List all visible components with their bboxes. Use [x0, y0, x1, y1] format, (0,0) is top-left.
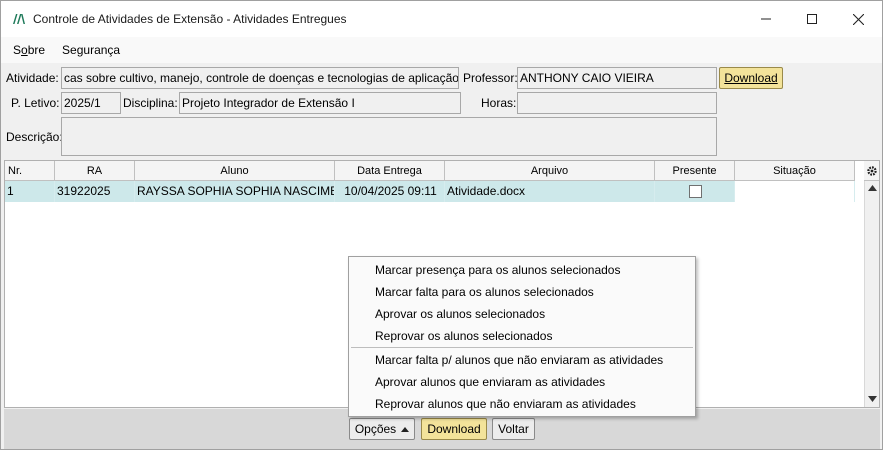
opcoes-label: Opções: [354, 422, 397, 436]
gear-icon: [866, 165, 877, 176]
menu-sobre-mnemonic: o: [21, 43, 28, 57]
chevron-up-icon: [401, 426, 410, 432]
cell-aluno: RAYSSA SOPHIA SOPHIA NASCIME...: [135, 181, 335, 202]
grid-vertical-scrollbar[interactable]: [864, 181, 879, 407]
menu-bar: Sobre Segurança: [1, 37, 882, 63]
cell-ra: 31922025: [55, 181, 135, 202]
voltar-button[interactable]: Voltar: [492, 418, 535, 440]
col-presente[interactable]: Presente: [655, 161, 735, 181]
grid-settings-button[interactable]: [864, 161, 879, 181]
menu-item-falta-nao-enviaram[interactable]: Marcar falta p/ alunos que não enviaram …: [375, 350, 663, 370]
menu-item-reprovar-nao-enviaram[interactable]: Reprovar alunos que não enviaram as ativ…: [375, 394, 636, 414]
menu-item-reprovar[interactable]: Reprovar os alunos selecionados: [375, 326, 552, 346]
descricao-field[interactable]: [61, 117, 717, 156]
scroll-down-icon: [868, 396, 877, 402]
grid-header: Nr. RA Aluno Data Entrega Arquivo Presen…: [5, 161, 855, 181]
table-row[interactable]: 1 31922025 RAYSSA SOPHIA SOPHIA NASCIME.…: [5, 181, 855, 202]
cell-nr: 1: [5, 181, 55, 202]
title-bar: Controle de Atividades de Extensão - Ati…: [1, 1, 882, 37]
horas-label: Horas:: [481, 96, 517, 110]
atividade-field[interactable]: cas sobre cultivo, manejo, controle de d…: [61, 67, 459, 89]
col-ra[interactable]: RA: [55, 161, 135, 181]
descricao-label: Descrição:: [6, 130, 63, 144]
download-top-button[interactable]: Download: [719, 67, 783, 89]
cell-arquivo: Atividade.docx: [445, 181, 655, 202]
download-top-label: Download: [724, 71, 778, 85]
cell-presente: [655, 181, 735, 202]
periodo-field[interactable]: 2025/1: [61, 92, 121, 114]
minimize-icon: [761, 18, 771, 20]
scroll-up-icon: [868, 185, 877, 191]
app-window: Controle de Atividades de Extensão - Ati…: [0, 0, 883, 450]
professor-field[interactable]: ANTHONY CAIO VIEIRA: [517, 67, 717, 89]
opcoes-button[interactable]: Opções: [349, 418, 415, 440]
menu-item-aprovar[interactable]: Aprovar os alunos selecionados: [375, 304, 545, 324]
professor-label: Professor:: [463, 71, 518, 85]
col-data-entrega[interactable]: Data Entrega: [335, 161, 445, 181]
window-title: Controle de Atividades de Extensão - Ati…: [33, 12, 347, 26]
col-aluno[interactable]: Aluno: [135, 161, 335, 181]
opcoes-context-menu: Marcar presença para os alunos seleciona…: [348, 256, 696, 417]
menu-item-marcar-falta[interactable]: Marcar falta para os alunos selecionados: [375, 282, 594, 302]
disciplina-field[interactable]: Projeto Integrador de Extensão I: [179, 92, 461, 114]
cell-situacao[interactable]: [735, 181, 855, 202]
close-button[interactable]: [835, 1, 881, 37]
periodo-label: P. Letivo:: [11, 96, 60, 110]
horas-field[interactable]: [517, 92, 717, 114]
menu-sobre[interactable]: Sobre: [13, 43, 45, 57]
col-nr[interactable]: Nr.: [5, 161, 55, 181]
disciplina-label: Disciplina:: [123, 96, 178, 110]
menu-item-marcar-presenca[interactable]: Marcar presença para os alunos seleciona…: [375, 260, 620, 280]
cell-data-entrega: 10/04/2025 09:11: [335, 181, 445, 202]
menu-seguranca[interactable]: Segurança: [62, 43, 120, 57]
maximize-button[interactable]: [789, 1, 835, 37]
app-logo-icon: [11, 11, 27, 27]
atividade-label: Atividade:: [6, 71, 59, 85]
menu-separator: [351, 347, 693, 348]
col-arquivo[interactable]: Arquivo: [445, 161, 655, 181]
download-bottom-button[interactable]: Download: [421, 418, 487, 440]
col-situacao[interactable]: Situação: [735, 161, 855, 181]
close-icon: [852, 13, 864, 25]
menu-item-aprovar-enviaram[interactable]: Aprovar alunos que enviaram as atividade…: [375, 372, 605, 392]
presente-checkbox[interactable]: [689, 185, 702, 198]
minimize-button[interactable]: [743, 1, 789, 37]
maximize-icon: [807, 14, 817, 24]
